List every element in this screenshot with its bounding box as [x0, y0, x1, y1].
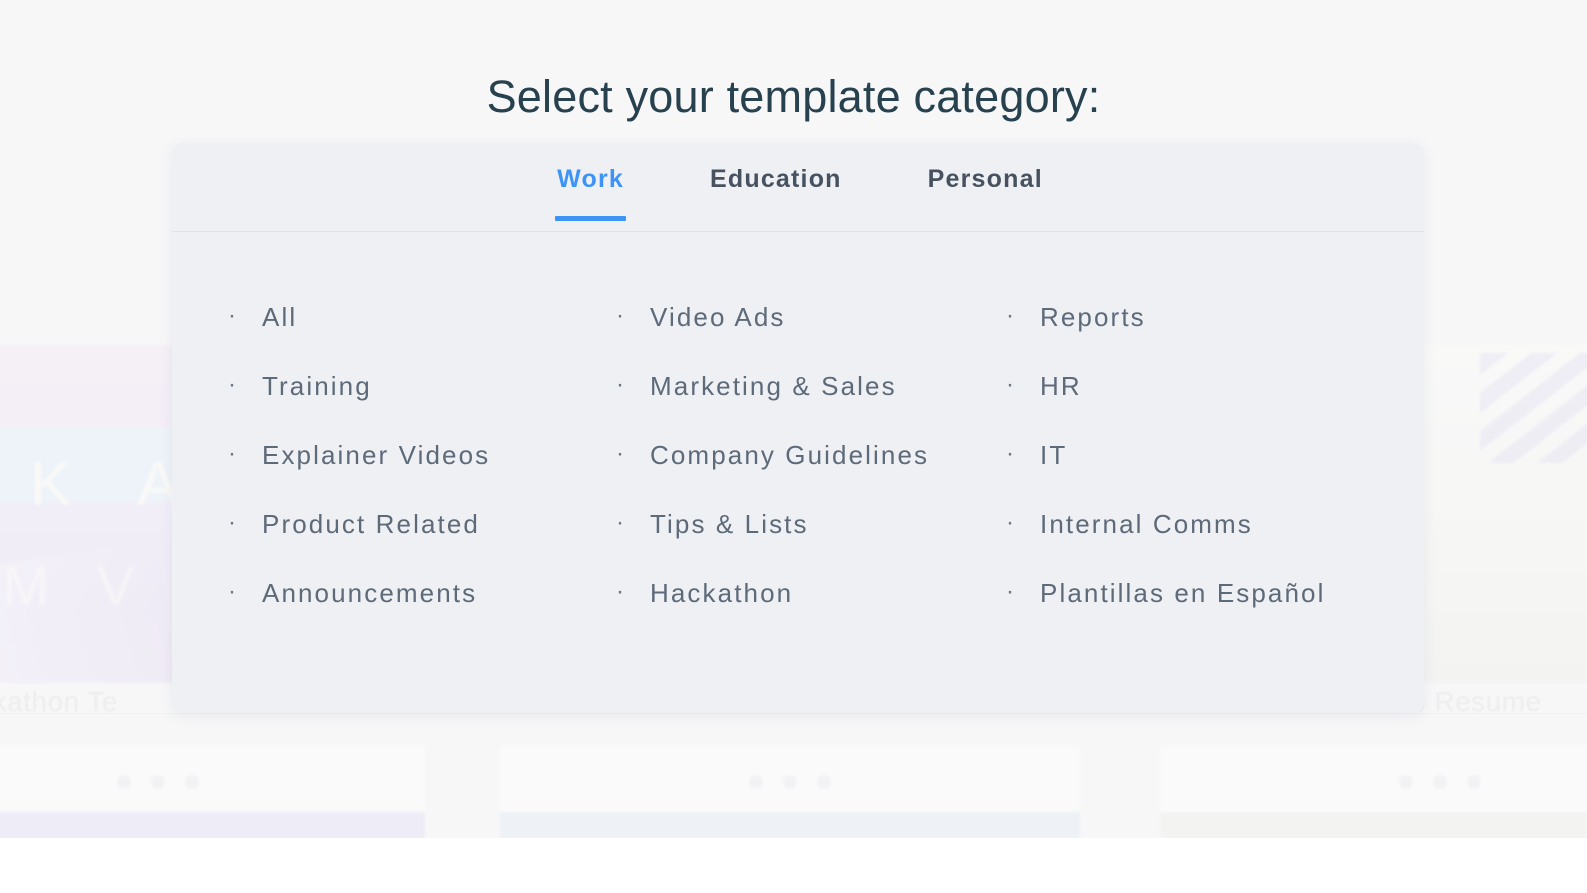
background-card-band [500, 812, 1080, 840]
category-column-1: · All · Training · Explainer Videos · Pr… [172, 304, 560, 649]
template-category-panel: Work Education Personal · All · Training… [172, 143, 1424, 713]
bullet-icon: · [228, 509, 236, 536]
category-item-internal-comms[interactable]: · Internal Comms [1006, 511, 1410, 580]
background-footer-strip [0, 838, 1587, 893]
background-placeholder-dots [116, 775, 199, 789]
category-item-label: Marketing & Sales [650, 371, 897, 401]
category-list-columns: · All · Training · Explainer Videos · Pr… [172, 232, 1424, 649]
background-card-band [0, 812, 425, 840]
category-item-label: IT [1040, 440, 1068, 470]
category-item-label: Training [262, 371, 372, 401]
background-card [500, 745, 1080, 840]
background-card [0, 745, 425, 840]
background-decorative-stripes [1480, 353, 1587, 463]
category-item-company-guidelines[interactable]: · Company Guidelines [616, 442, 950, 511]
category-item-hr[interactable]: · HR [1006, 373, 1410, 442]
category-item-label: HR [1040, 371, 1082, 401]
category-item-it[interactable]: · IT [1006, 442, 1410, 511]
background-decorative-swoosh [0, 541, 180, 683]
category-column-2: · Video Ads · Marketing & Sales · Compan… [560, 304, 950, 649]
bullet-icon: · [616, 440, 624, 467]
category-item-marketing-and-sales[interactable]: · Marketing & Sales [616, 373, 950, 442]
category-column-3: · Reports · HR · IT · Internal Comms · P… [950, 304, 1410, 649]
category-item-training[interactable]: · Training [228, 373, 560, 442]
tab-education[interactable]: Education [708, 157, 844, 218]
category-item-plantillas-en-espanol[interactable]: · Plantillas en Español [1006, 580, 1410, 649]
bullet-icon: · [228, 371, 236, 398]
category-item-label: Reports [1040, 302, 1146, 332]
bullet-icon: · [1006, 578, 1014, 605]
bullet-icon: · [1006, 509, 1014, 536]
category-item-label: All [262, 302, 298, 332]
bullet-icon: · [1006, 371, 1014, 398]
bullet-icon: · [616, 509, 624, 536]
category-tabs: Work Education Personal [172, 143, 1424, 232]
background-card-band [1160, 812, 1587, 840]
category-item-reports[interactable]: · Reports [1006, 304, 1410, 373]
bullet-icon: · [1006, 440, 1014, 467]
category-item-label: Hackathon [650, 578, 794, 608]
bullet-icon: · [228, 440, 236, 467]
category-item-explainer-videos[interactable]: · Explainer Videos [228, 442, 560, 511]
category-item-video-ads[interactable]: · Video Ads [616, 304, 950, 373]
bullet-icon: · [616, 371, 624, 398]
tab-personal[interactable]: Personal [926, 157, 1045, 218]
category-item-label: Video Ads [650, 302, 786, 332]
category-item-label: Explainer Videos [262, 440, 491, 470]
background-divider [0, 713, 1587, 714]
bullet-icon: · [616, 302, 624, 329]
background-card [1160, 745, 1587, 840]
category-item-product-related[interactable]: · Product Related [228, 511, 560, 580]
background-placeholder-dots [749, 775, 831, 789]
category-item-label: Tips & Lists [650, 509, 809, 539]
category-item-label: Product Related [262, 509, 480, 539]
category-item-label: Announcements [262, 578, 478, 608]
background-placeholder-dots [1399, 775, 1481, 789]
bullet-icon: · [228, 302, 236, 329]
bullet-icon: · [1006, 302, 1014, 329]
category-item-label: Plantillas en Español [1040, 578, 1326, 608]
tab-work[interactable]: Work [555, 157, 626, 221]
category-item-all[interactable]: · All [228, 304, 560, 373]
category-item-hackathon[interactable]: · Hackathon [616, 580, 950, 649]
category-item-label: Internal Comms [1040, 509, 1253, 539]
background-template-row-secondary [0, 745, 1587, 840]
bullet-icon: · [616, 578, 624, 605]
category-item-tips-and-lists[interactable]: · Tips & Lists [616, 511, 950, 580]
category-item-announcements[interactable]: · Announcements [228, 580, 560, 649]
bullet-icon: · [228, 578, 236, 605]
page-title: Select your template category: [486, 71, 1101, 122]
app-window: C K A EAM V VIDE RESU ackathon Te o Resu… [0, 0, 1587, 893]
category-item-label: Company Guidelines [650, 440, 930, 470]
